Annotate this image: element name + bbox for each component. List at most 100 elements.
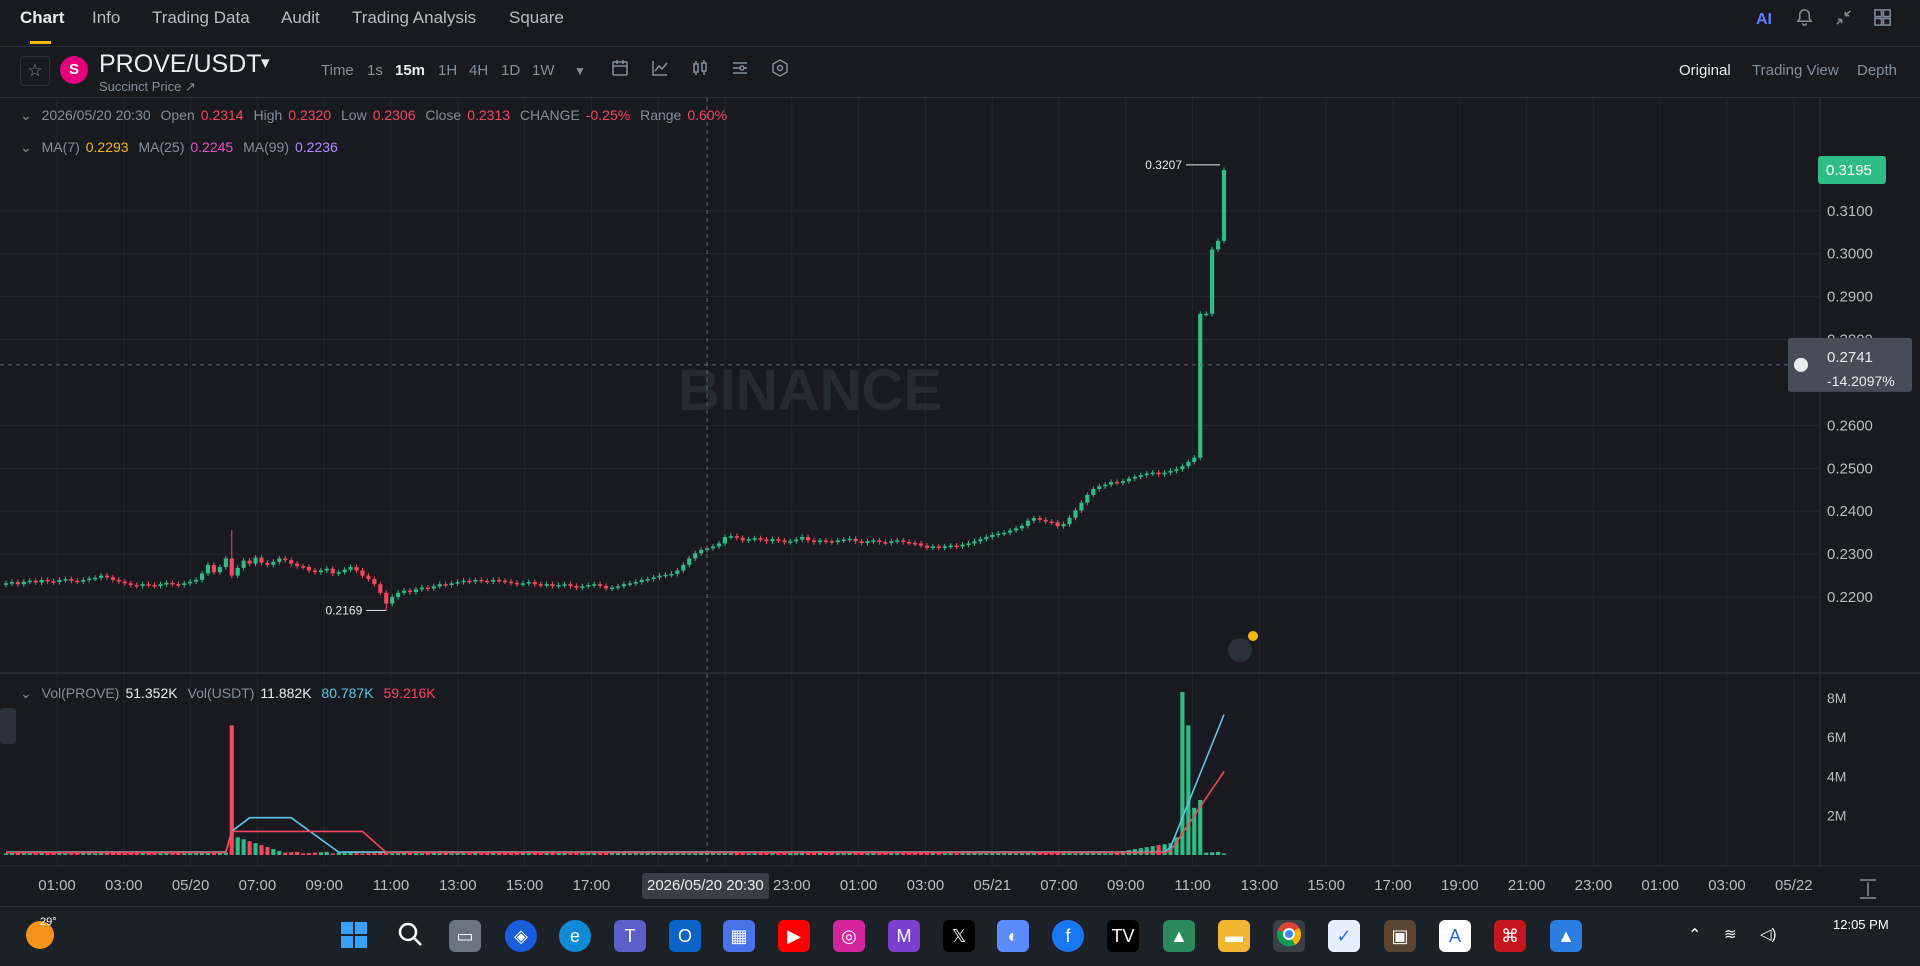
time-axis-label: 03:00 [907, 877, 945, 894]
tab-square[interactable]: Square [509, 8, 564, 28]
candle-body [51, 581, 56, 583]
metatrader-icon[interactable]: ▲ [1163, 920, 1195, 952]
collapse-icon[interactable] [1834, 8, 1853, 33]
candle-body [1174, 469, 1179, 471]
ma25-label: MA(25) [138, 139, 185, 155]
candle-body [75, 580, 80, 583]
m365-icon[interactable]: M [888, 920, 920, 952]
layout-icon[interactable] [1873, 8, 1892, 33]
pair-dropdown-icon[interactable]: ▾ [261, 53, 270, 73]
wifi-icon[interactable]: ≋ [1724, 925, 1737, 943]
volume-bar [924, 853, 930, 855]
view-trading-view[interactable]: Trading View [1752, 62, 1839, 79]
pair-selector[interactable]: PROVE/USDT [99, 50, 262, 79]
volume-bar [247, 841, 252, 855]
candle-body [372, 579, 377, 585]
timeframe-15m[interactable]: 15m [395, 62, 425, 79]
ohlc-collapse-icon[interactable]: ⌄ [20, 107, 32, 123]
volume-bar [984, 853, 989, 855]
volume-bar [295, 851, 300, 855]
copilot-icon[interactable]: ◐ [997, 920, 1029, 952]
search-icon[interactable] [394, 920, 426, 952]
app-icon[interactable]: A [1439, 920, 1471, 952]
timeframe-1s[interactable]: 1s [367, 62, 383, 79]
candle-body [782, 540, 787, 543]
tab-chart[interactable]: Chart [20, 8, 64, 28]
bitwarden-icon[interactable]: ◈ [505, 920, 537, 952]
volume-bar [716, 853, 722, 855]
edge-icon[interactable]: e [559, 920, 591, 952]
game-icon[interactable]: ▣ [1384, 920, 1416, 952]
price-chart[interactable]: BINANCE0.31000.30000.29000.28000.26000.2… [0, 98, 1920, 905]
candle-body [27, 580, 32, 583]
volume-axis-label: 6M [1827, 729, 1846, 745]
volume-bar [1144, 847, 1149, 855]
indicator-icon[interactable] [651, 59, 669, 82]
candle-body [295, 563, 300, 567]
x-icon[interactable]: 𝕏 [943, 920, 975, 952]
photos-icon[interactable]: ▲ [1550, 920, 1582, 952]
youtube-icon[interactable]: ▶ [778, 920, 810, 952]
subname-link[interactable]: Succinct Price ↗ [99, 79, 196, 95]
task-view-icon[interactable]: ▭ [449, 920, 481, 952]
ma25-value: 0.2245 [190, 139, 234, 155]
volume-bar [390, 853, 395, 855]
volume-icon[interactable]: ◁) [1760, 925, 1777, 943]
calendar-icon[interactable] [611, 59, 629, 82]
timeframe-1w[interactable]: 1W [532, 62, 555, 79]
change-value: -0.25% [585, 107, 631, 123]
file-explorer-icon[interactable]: ▬ [1218, 920, 1250, 952]
outlook-icon[interactable]: O [669, 920, 701, 952]
bell-icon[interactable] [1795, 8, 1814, 33]
candle-body [306, 567, 312, 571]
chart-settings-icon[interactable] [731, 59, 749, 82]
store-icon[interactable]: ▦ [723, 920, 755, 952]
chrome-icon[interactable] [1273, 920, 1305, 952]
timeframe-4h[interactable]: 4H [469, 62, 488, 79]
timeframe-more-icon[interactable]: ▼ [574, 64, 586, 78]
candle-body [1138, 475, 1143, 477]
tradingview-icon[interactable]: TV [1107, 920, 1139, 952]
todo-icon[interactable]: ✓ [1328, 920, 1360, 952]
start-icon[interactable] [338, 920, 370, 952]
candle-body [639, 579, 644, 583]
candle-body [604, 585, 609, 589]
volume-bar [271, 849, 276, 855]
candle-body [806, 536, 811, 541]
view-original[interactable]: Original [1679, 62, 1731, 79]
high-value: 0.2320 [288, 107, 332, 123]
high-label: High [253, 107, 283, 123]
candle-body [431, 586, 436, 589]
favorite-star-icon[interactable]: ☆ [20, 56, 50, 86]
timeframe-time[interactable]: Time [321, 62, 354, 79]
ma-collapse-icon[interactable]: ⌄ [20, 139, 32, 155]
vol-collapse-icon[interactable]: ⌄ [20, 685, 32, 701]
candle-type-icon[interactable] [691, 59, 709, 82]
drawing-tools-icon[interactable] [771, 59, 789, 82]
tab-trading-analysis[interactable]: Trading Analysis [352, 8, 476, 28]
candle-body [1186, 461, 1191, 467]
clock-time[interactable]: 12:05 PM [1833, 917, 1889, 932]
acrobat-icon[interactable]: ⌘ [1494, 920, 1526, 952]
tray-chevron-icon[interactable]: ⌃ [1688, 925, 1701, 945]
ai-icon[interactable]: AI [1756, 11, 1772, 29]
candle-body [455, 582, 460, 584]
candle-body [81, 579, 86, 582]
candle-body [1073, 510, 1078, 518]
tab-audit[interactable]: Audit [281, 8, 320, 28]
candle-body [865, 541, 870, 543]
candle-body [847, 538, 852, 541]
tab-trading-data[interactable]: Trading Data [152, 8, 250, 28]
candle-body [550, 584, 555, 586]
candle-body [978, 539, 983, 542]
tab-info[interactable]: Info [92, 8, 120, 28]
timeframe-1h[interactable]: 1H [438, 62, 457, 79]
candle-body [229, 558, 234, 576]
timeframe-1d[interactable]: 1D [501, 62, 520, 79]
instagram-icon[interactable]: ◎ [833, 920, 865, 952]
teams-icon[interactable]: T [614, 920, 646, 952]
view-depth[interactable]: Depth [1857, 62, 1897, 79]
facebook-icon[interactable]: f [1052, 920, 1084, 952]
time-axis-label: 21:00 [1508, 877, 1546, 894]
candle-body [1114, 482, 1120, 484]
